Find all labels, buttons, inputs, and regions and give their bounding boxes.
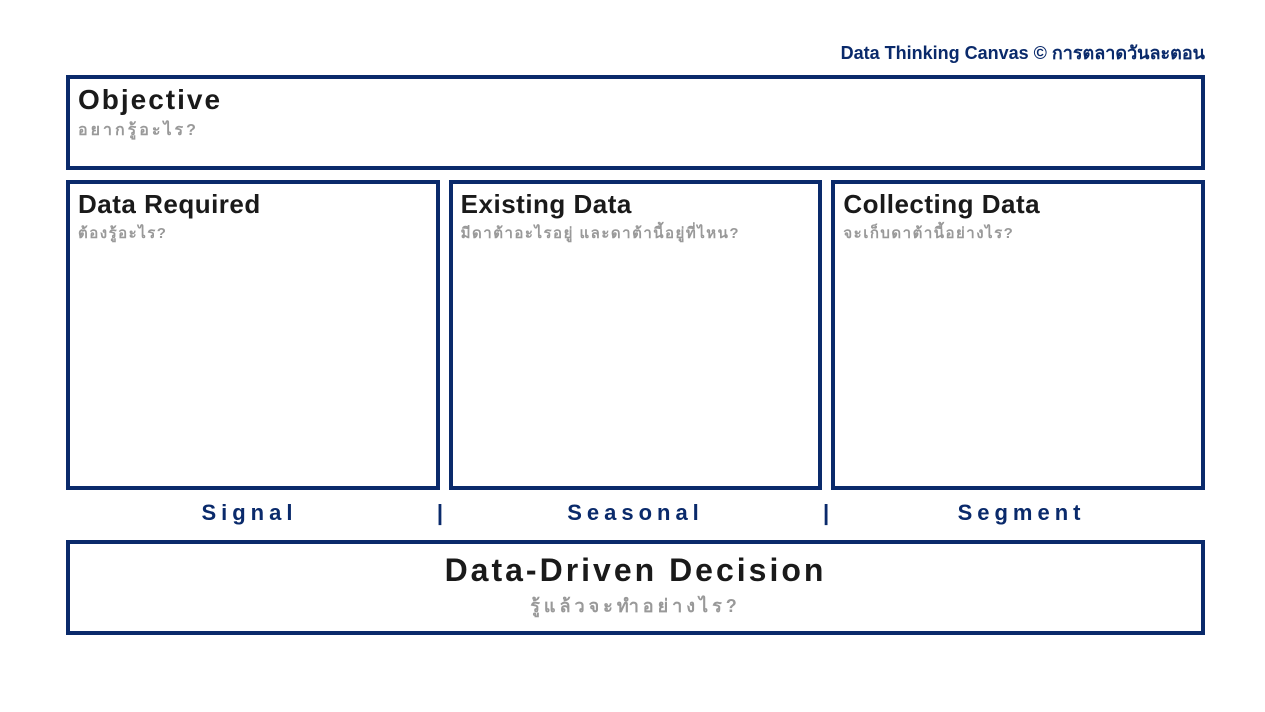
data-required-title: Data Required [78, 190, 428, 219]
columns-row: Data Required ต้องรู้อะไร? Existing Data… [66, 180, 1205, 490]
existing-data-box: Existing Data มีดาต้าอะไรอยู่ และดาต้านี… [449, 180, 823, 490]
data-required-subtitle: ต้องรู้อะไร? [78, 221, 428, 245]
existing-data-subtitle: มีดาต้าอะไรอยู่ และดาต้านี้อยู่ที่ไหน? [461, 221, 811, 245]
objective-subtitle: อยากรู้อะไร? [78, 118, 1193, 143]
label-separator-2: | [819, 500, 838, 526]
canvas-container: Objective อยากรู้อะไร? Data Required ต้อ… [66, 75, 1205, 635]
collecting-data-box: Collecting Data จะเก็บดาต้านี้อย่างไร? [831, 180, 1205, 490]
label-separator-1: | [433, 500, 452, 526]
label-signal: Signal [66, 500, 433, 526]
data-required-box: Data Required ต้องรู้อะไร? [66, 180, 440, 490]
decision-title: Data-Driven Decision [445, 553, 827, 588]
existing-data-title: Existing Data [461, 190, 811, 219]
objective-box: Objective อยากรู้อะไร? [66, 75, 1205, 170]
objective-title: Objective [78, 85, 1193, 116]
decision-subtitle: รู้แล้วจะทำอย่างไร? [530, 591, 741, 620]
label-segment: Segment [838, 500, 1205, 526]
labels-row: Signal | Seasonal | Segment [66, 500, 1205, 526]
label-seasonal: Seasonal [452, 500, 819, 526]
decision-box: Data-Driven Decision รู้แล้วจะทำอย่างไร? [66, 540, 1205, 635]
canvas-header: Data Thinking Canvas © การตลาดวันละตอน [841, 38, 1205, 67]
collecting-data-subtitle: จะเก็บดาต้านี้อย่างไร? [843, 221, 1193, 245]
collecting-data-title: Collecting Data [843, 190, 1193, 219]
